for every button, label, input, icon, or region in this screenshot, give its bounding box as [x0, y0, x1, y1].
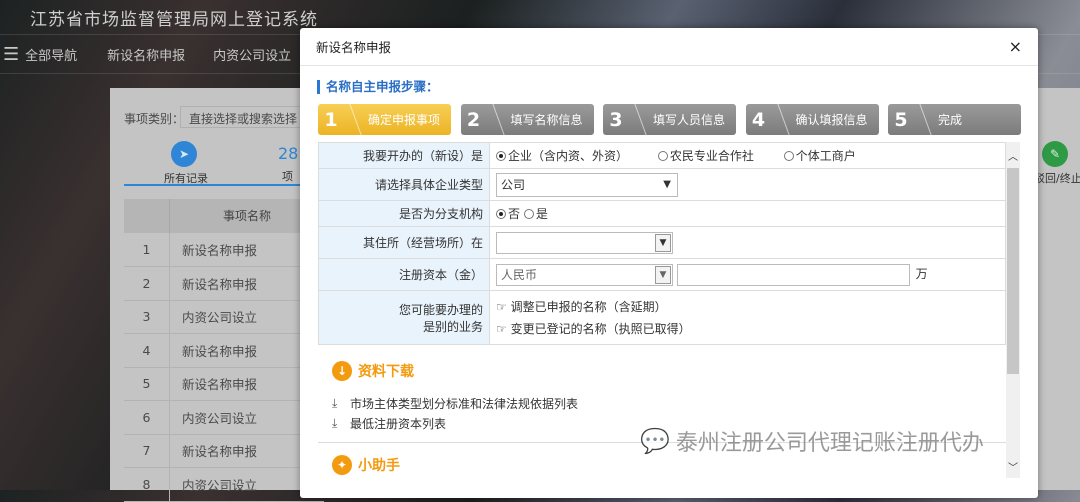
address-label: 其住所（经营场所）在 [318, 226, 490, 259]
reject-icon: ✎ [1042, 141, 1068, 167]
row-title: 新设名称申报 [182, 243, 258, 258]
filter-label: 事项类别： [124, 112, 185, 126]
application-form: 我要开办的（新设）是 企业（含内资、外资） 农民专业合作社 个体工商户 请选择具… [318, 142, 1006, 345]
row-title: 新设名称申报 [182, 444, 258, 459]
row-title: 内资公司设立 [182, 310, 258, 325]
capital-unit: 万 [915, 267, 928, 281]
step-label: 确认填报信息 [795, 113, 868, 127]
count-unit: 项 [282, 170, 293, 183]
reject-label[interactable]: 驳回/终止 [1034, 170, 1080, 186]
scrollbar-thumb[interactable] [1007, 168, 1019, 374]
step-label: 完成 [938, 113, 963, 127]
radio-coop[interactable]: 农民专业合作社 [657, 149, 754, 163]
tab-underline [124, 184, 300, 186]
nav-item-company-setup[interactable]: 内资公司设立 [213, 45, 291, 64]
row-title: 新设名称申报 [182, 276, 258, 292]
lightbulb-icon: ✦ [332, 455, 352, 475]
menu-icon[interactable]: ☰ [3, 44, 19, 65]
table-row[interactable]: 4 新设名称申报 [124, 333, 324, 368]
capital-label: 注册资本（金） [318, 258, 490, 291]
nav-all[interactable]: 全部导航 [25, 45, 77, 64]
steps-title: 名称自主申报步骤： [317, 80, 439, 94]
step-number: 5 [894, 108, 908, 131]
table-row[interactable]: 1 新设名称申报 [124, 233, 324, 267]
helper-title: 小助手 [358, 458, 400, 474]
other-business-label: 您可能要办理的 是别的业务 [318, 290, 490, 345]
hand-pointer-icon: ☞ [496, 321, 507, 336]
send-icon: ➤ [171, 141, 197, 167]
step-5: 5 完成 [888, 104, 1021, 135]
download-icon: ⤓ [332, 395, 338, 410]
step-label: 填写人员信息 [653, 113, 726, 127]
table-row[interactable]: 2 新设名称申报 [124, 266, 324, 301]
step-number: 1 [324, 108, 338, 131]
radio-individual[interactable]: 个体工商户 [783, 149, 856, 163]
row-number: 6 [124, 400, 170, 434]
download-link-market-types[interactable]: ⤓ 市场主体类型划分标准和法律法规依据列表 [332, 393, 992, 413]
table-row[interactable]: 8 内资公司设立 [124, 467, 324, 502]
site-title: 江苏省市场监督管理局网上登记系统 [30, 10, 318, 30]
step-1: 1 确定申报事项 [318, 104, 451, 135]
radio-branch-yes[interactable]: 是 [523, 207, 548, 221]
row-title: 新设名称申报 [182, 343, 258, 359]
nav-item-name-apply[interactable]: 新设名称申报 [107, 45, 185, 64]
step-label: 填写名称信息 [510, 113, 583, 127]
row-number: 1 [124, 233, 170, 266]
dropdown-arrow-icon: ▼ [663, 179, 671, 190]
dialog-scrollbar[interactable]: ︿ ﹀ [1006, 142, 1020, 478]
dialog-title: 新设名称申报 [316, 40, 392, 55]
step-number: 3 [609, 108, 623, 131]
row-title: 新设名称申报 [182, 377, 258, 392]
adjust-name-link[interactable]: ☞ 调整已申报的名称（含延期） [496, 296, 1005, 318]
table-row[interactable]: 6 内资公司设立 [124, 400, 324, 435]
watermark: 💬 泰州注册公司代理记账注册代办 [640, 427, 984, 456]
download-icon: ⤓ [332, 415, 338, 430]
hand-pointer-icon: ☞ [496, 299, 507, 314]
record-count: 28 [278, 144, 299, 163]
download-circle-icon: ↓ [332, 361, 352, 381]
change-name-link[interactable]: ☞ 变更已登记的名称（执照已取得） [496, 318, 1005, 340]
scroll-up-icon: ︿ [1008, 152, 1018, 163]
scroll-down-icon: ﹀ [1008, 463, 1018, 474]
row-title: 内资公司设立 [182, 410, 258, 426]
row-title: 内资公司设立 [182, 477, 258, 493]
table-row[interactable]: 7 新设名称申报 [124, 434, 324, 468]
close-icon[interactable]: × [1009, 37, 1022, 56]
radio-branch-no[interactable]: 否 [496, 207, 520, 221]
step-2: 2 填写名称信息 [460, 104, 594, 135]
step-number: 2 [466, 108, 481, 131]
row-number: 3 [124, 300, 170, 333]
row-number: 5 [124, 367, 170, 400]
table-row[interactable]: 3 内资公司设立 [124, 300, 324, 334]
step-3: 3 填写人员信息 [603, 104, 736, 135]
address-select[interactable]: ▼ [496, 231, 673, 254]
step-label: 确定申报事项 [368, 113, 441, 127]
dialog-header: 新设名称申报 × [300, 28, 1038, 66]
radio-enterprise[interactable]: 企业（含内资、外资） [496, 149, 628, 163]
company-type-label: 请选择具体企业类型 [318, 168, 490, 201]
downloads-title: 资料下载 [358, 364, 414, 380]
type-label: 我要开办的（新设）是 [318, 142, 490, 169]
chevron-down-icon: ▼ [655, 233, 671, 252]
company-type-select[interactable]: 公司 ▼ [496, 172, 678, 197]
table-row[interactable]: 5 新设名称申报 [124, 367, 324, 401]
row-number: 2 [124, 266, 170, 300]
wechat-icon: 💬 [640, 427, 670, 455]
currency-select[interactable]: 人民币 ▼ [496, 263, 673, 286]
row-number: 7 [124, 434, 170, 467]
table-header: 事项名称 [124, 199, 324, 233]
step-number: 4 [751, 108, 766, 131]
branch-label: 是否为分支机构 [318, 200, 490, 227]
chevron-down-icon: ▼ [655, 265, 671, 284]
capital-input[interactable] [676, 263, 910, 286]
row-number: 4 [124, 333, 170, 367]
step-4: 4 确认填报信息 [745, 104, 879, 135]
row-number: 8 [124, 467, 170, 501]
